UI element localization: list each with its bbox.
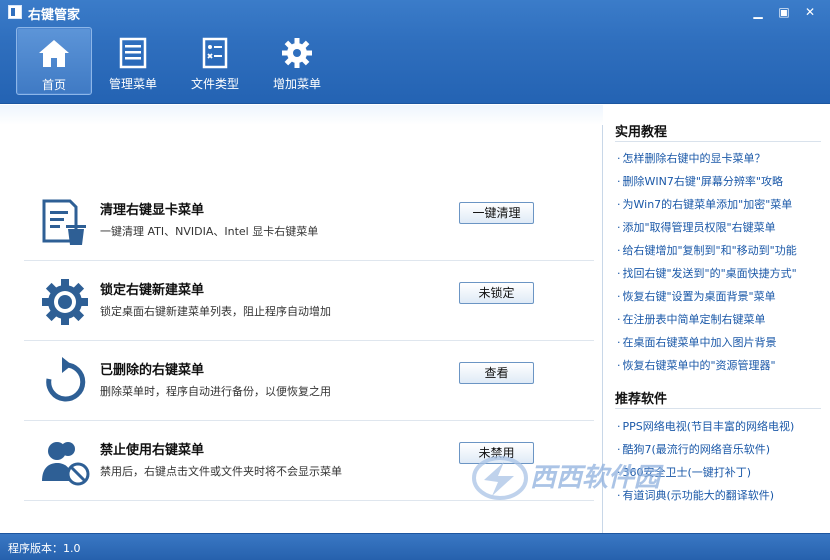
clean-button[interactable]: 一键清理 <box>459 202 534 224</box>
tutorials-list: 怎样删除右键中的显卡菜单？ 删除WIN7右键"屏幕分辨率"攻略 为Win7的右键… <box>617 147 827 377</box>
main-toolbar: 首页 管理菜单 文件类型 增加菜单 <box>16 27 338 95</box>
status-bar: 程序版本：1.0 <box>0 533 830 560</box>
card-title: 已删除的右键菜单 <box>100 363 205 378</box>
tab-add-menu[interactable]: 增加菜单 <box>256 27 338 95</box>
gear-icon <box>282 38 312 68</box>
tab-home-label: 首页 <box>41 78 66 92</box>
card-description: 锁定桌面右键新建菜单列表，阻止程序自动增加 <box>100 305 331 318</box>
tutorial-link[interactable]: 给右键增加"复制到"和"移动到"功能 <box>617 239 827 262</box>
file-types-icon <box>202 37 228 69</box>
watermark-text: 西西软件园 <box>530 463 664 493</box>
tutorial-link[interactable]: 添加"取得管理员权限"右键菜单 <box>617 216 827 239</box>
card-title: 锁定右键新建菜单 <box>100 283 205 298</box>
tutorials-title: 实用教程 <box>615 125 668 140</box>
tutorial-link[interactable]: 为Win7的右键菜单添加"加密"菜单 <box>617 193 827 216</box>
tab-file-types-label: 文件类型 <box>190 77 239 91</box>
tutorial-link[interactable]: 恢复右键"设置为桌面背景"菜单 <box>617 285 827 308</box>
tutorial-link[interactable]: 删除WIN7右键"屏幕分辨率"攻略 <box>617 170 827 193</box>
main-top-strip <box>0 105 603 125</box>
header-area: 右键管家 ▁ ▣ ✕ 首页 管理菜单 文件类型 增加菜单 <box>0 0 830 104</box>
card-lock-new-menu: 锁定右键新建菜单 锁定桌面右键新建菜单列表，阻止程序自动增加 未锁定 <box>24 263 594 341</box>
clean-icon <box>42 199 86 245</box>
version-text: 程序版本：1.0 <box>8 542 81 555</box>
tutorial-link[interactable]: 在桌面右键菜单中加入图片背景 <box>617 331 827 354</box>
watermark-logo: 西西软件园 <box>472 456 664 500</box>
tab-manage-menu-label: 管理菜单 <box>108 77 157 91</box>
card-description: 禁用后，右键点击文件或文件夹时将不会显示菜单 <box>100 465 342 478</box>
app-logo-icon <box>8 5 22 19</box>
window-controls: ▁ ▣ ✕ <box>746 2 822 20</box>
card-title: 清理右键显卡菜单 <box>100 203 205 218</box>
close-button[interactable]: ✕ <box>798 2 822 20</box>
tutorial-link[interactable]: 在注册表中简单定制右键菜单 <box>617 308 827 331</box>
restore-icon <box>46 357 86 402</box>
divider <box>615 141 821 142</box>
card-clean-gpu-menu: 清理右键显卡菜单 一键清理 ATI、NVIDIA、Intel 显卡右键菜单 一键… <box>24 183 594 261</box>
tutorial-link[interactable]: 找回右键"发送到"的"桌面快捷方式" <box>617 262 827 285</box>
card-description: 一键清理 ATI、NVIDIA、Intel 显卡右键菜单 <box>100 225 319 238</box>
software-link[interactable]: PPS网络电视(节目丰富的网络电视) <box>617 415 827 438</box>
list-icon <box>119 37 147 69</box>
card-title: 禁止使用右键菜单 <box>100 443 205 458</box>
minimize-button[interactable]: ▁ <box>746 2 770 20</box>
restore-button[interactable]: ▣ <box>772 2 796 20</box>
user-block-icon <box>42 442 90 486</box>
window-title: 右键管家 <box>28 8 81 23</box>
home-icon <box>39 40 69 67</box>
software-title: 推荐软件 <box>615 392 668 407</box>
tab-home[interactable]: 首页 <box>16 27 92 95</box>
card-deleted-menus: 已删除的右键菜单 删除菜单时，程序自动进行备份，以便恢复之用 查看 <box>24 343 594 421</box>
title-bar: 右键管家 ▁ ▣ ✕ <box>0 0 830 24</box>
view-button[interactable]: 查看 <box>459 362 534 384</box>
tutorial-link[interactable]: 恢复右键菜单中的"资源管理器" <box>617 354 827 377</box>
tab-file-types[interactable]: 文件类型 <box>174 27 256 95</box>
lock-button[interactable]: 未锁定 <box>459 282 534 304</box>
gear-icon <box>42 279 88 325</box>
divider <box>615 408 821 409</box>
tab-add-menu-label: 增加菜单 <box>272 77 321 91</box>
tutorial-link[interactable]: 怎样删除右键中的显卡菜单？ <box>617 147 827 170</box>
tab-manage-menu[interactable]: 管理菜单 <box>92 27 174 95</box>
card-description: 删除菜单时，程序自动进行备份，以便恢复之用 <box>100 385 331 398</box>
